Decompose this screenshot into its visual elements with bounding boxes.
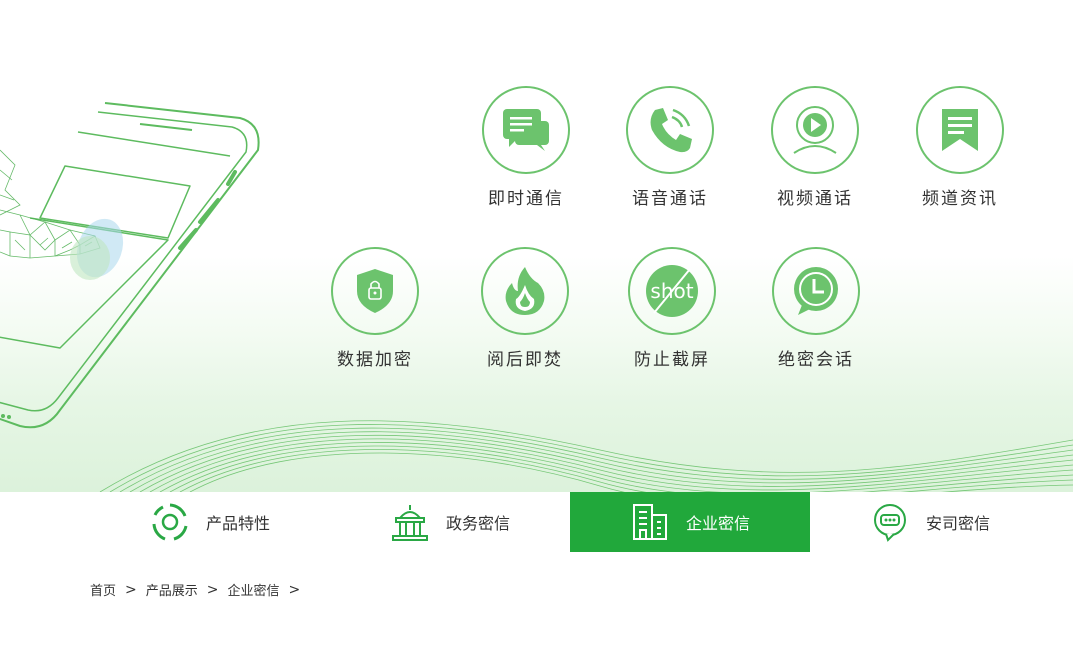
breadcrumb-separator: > — [288, 581, 301, 598]
feature-voice-call[interactable]: 语音通话 — [615, 86, 725, 209]
feature-label: 阅后即焚 — [487, 350, 563, 370]
no-screenshot-icon: shot — [646, 265, 698, 317]
feature-label: 语音通话 — [632, 189, 708, 209]
feature-instant-messaging[interactable]: 即时通信 — [471, 86, 581, 209]
tab-enterprise[interactable]: 企业密信 — [570, 492, 810, 552]
feature-label: 视频通话 — [777, 189, 853, 209]
breadcrumb-home[interactable]: 首页 — [90, 580, 116, 599]
tab-label: 产品特性 — [205, 514, 270, 533]
breadcrumb-enterprise[interactable]: 企业密信 — [228, 580, 280, 599]
chat-bubble-icon — [870, 502, 910, 542]
tab-label: 安司密信 — [925, 514, 990, 533]
hero-banner: 即时通信 语音通话 视频通话 频道资讯 数据加密 阅后即焚 防止截屏 绝密会话 — [0, 0, 1073, 492]
breadcrumb-products[interactable]: 产品展示 — [146, 580, 198, 599]
feature-prevent-screenshot[interactable]: shot 防止截屏 — [617, 247, 727, 370]
feature-data-encryption[interactable]: 数据加密 — [320, 247, 430, 370]
breadcrumb: 首页 > 产品展示 > 企业密信 > — [90, 580, 309, 600]
chat-bubbles-icon — [503, 109, 549, 151]
feature-label: 防止截屏 — [634, 350, 710, 370]
product-tabs: 产品特性 政务密信 企业密信 安司密信 — [0, 492, 1073, 552]
tab-product-features[interactable]: 产品特性 — [90, 492, 330, 552]
product-features-icon — [150, 502, 190, 542]
feature-icon-circle — [331, 247, 419, 335]
flame-icon — [505, 267, 545, 315]
news-bookmark-icon — [942, 109, 978, 151]
webcam-icon — [793, 106, 837, 154]
feature-icon-circle — [482, 86, 570, 174]
feature-icon-circle — [916, 86, 1004, 174]
tab-government[interactable]: 政务密信 — [330, 492, 570, 552]
feature-secret-session[interactable]: 绝密会话 — [761, 247, 871, 370]
feature-channel-news[interactable]: 频道资讯 — [905, 86, 1015, 209]
feature-icon-circle — [771, 86, 859, 174]
tab-ansi[interactable]: 安司密信 — [810, 492, 1050, 552]
phone-icon — [650, 108, 692, 153]
enterprise-building-icon — [630, 502, 670, 542]
feature-label: 即时通信 — [488, 189, 564, 209]
feature-icon-circle: shot — [628, 247, 716, 335]
tab-label: 企业密信 — [685, 514, 750, 533]
feature-icon-circle — [481, 247, 569, 335]
feature-icon-circle — [772, 247, 860, 335]
feature-video-call[interactable]: 视频通话 — [760, 86, 870, 209]
breadcrumb-separator: > — [206, 581, 219, 598]
feature-label: 数据加密 — [337, 350, 413, 370]
feature-icon-circle — [626, 86, 714, 174]
tab-label: 政务密信 — [445, 514, 510, 533]
feature-label: 频道资讯 — [922, 189, 998, 209]
clock-chat-icon — [794, 267, 838, 315]
government-building-icon — [390, 502, 430, 542]
phone-illustration — [0, 102, 1073, 492]
shield-lock-icon — [357, 269, 393, 313]
breadcrumb-separator: > — [125, 581, 137, 598]
feature-label: 绝密会话 — [778, 350, 854, 370]
feature-burn-after-reading[interactable]: 阅后即焚 — [470, 247, 580, 370]
